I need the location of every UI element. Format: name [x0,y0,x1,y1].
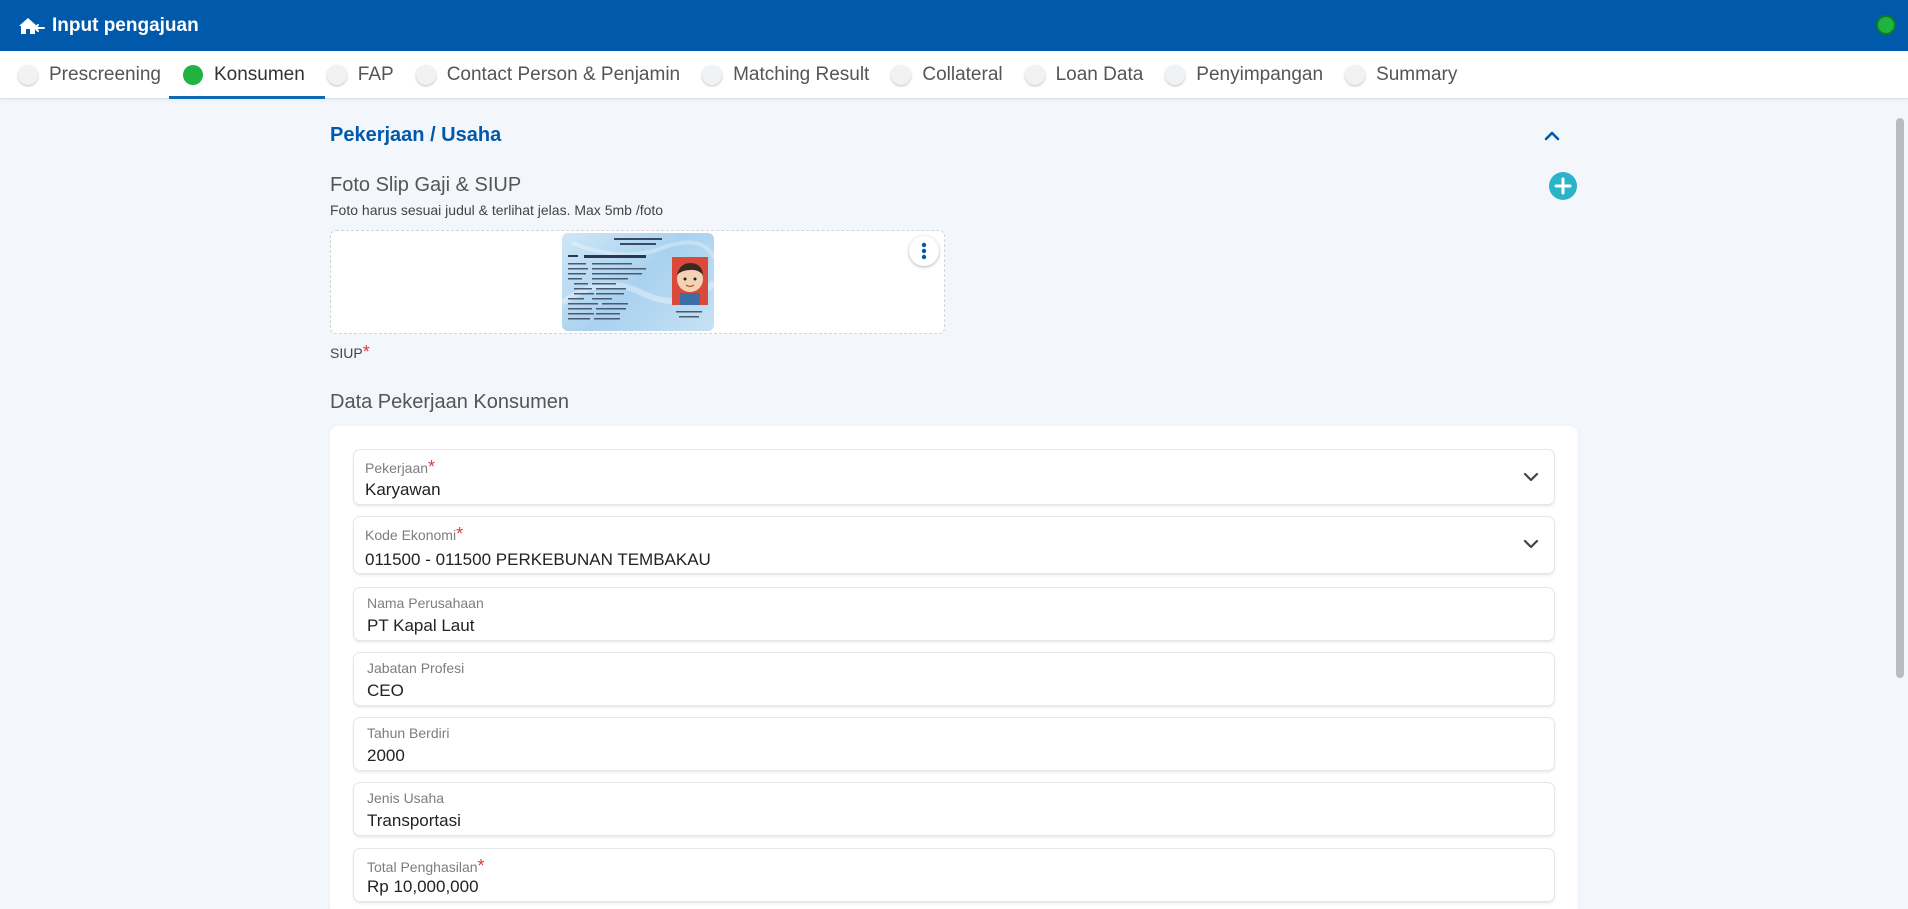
step-penyimpangan[interactable]: Penyimpangan [1161,51,1341,99]
step-label: Contact Person & Penjamin [446,63,681,85]
chevron-up-icon[interactable] [1542,126,1562,146]
step-contact-person-penjamin[interactable]: Contact Person & Penjamin [412,51,698,99]
field-label-text: Kode Ekonomi [365,527,457,543]
step-label: Konsumen [213,63,305,85]
step-status-icon [891,64,912,85]
field-value: Transportasi [367,811,461,830]
field-value: 011500 - 011500 PERKEBUNAN TEMBAKAU [365,550,711,569]
field-label: Kode Ekonomi* [365,524,463,545]
required-mark: * [456,524,464,544]
photo-caption: SIUP* [330,342,370,363]
field-label-text: Total Penghasilan [367,859,478,875]
step-label: Matching Result [733,63,870,85]
top-bar: Input pengajuan [0,0,1908,51]
section-title: Pekerjaan / Usaha [330,124,502,146]
step-loan-data[interactable]: Loan Data [1021,51,1162,99]
field-label: Jabatan Profesi [367,660,465,676]
page-title: Input pengajuan [52,14,199,36]
step-label: Summary [1376,63,1458,85]
tahun-berdiri-field[interactable]: Tahun Berdiri 2000 [354,718,1554,770]
step-status-icon [1024,64,1045,85]
field-value: CEO [367,681,404,700]
home-back-icon[interactable] [18,15,46,37]
field-label: Total Penghasilan* [367,856,485,877]
connection-status-indicator [1876,15,1896,35]
step-summary[interactable]: Summary [1341,51,1475,99]
kode-ekonomi-select[interactable]: Kode Ekonomi* 011500 - 011500 PERKEBUNAN… [354,517,1554,573]
step-label: FAP [357,63,394,85]
add-photo-icon[interactable] [1549,172,1577,200]
step-konsumen[interactable]: Konsumen [168,51,325,99]
step-collateral[interactable]: Collateral [887,51,1020,99]
jenis-usaha-field[interactable]: Jenis Usaha Transportasi [354,783,1554,835]
required-mark: * [428,457,436,477]
field-label: Jenis Usaha [367,790,445,806]
step-status-icon [415,64,436,85]
step-label: Collateral [922,63,1003,85]
chevron-down-icon[interactable] [1522,537,1540,549]
photo-section-title: Foto Slip Gaji & SIUP [330,174,522,196]
step-status-icon [1165,64,1186,85]
field-label: Tahun Berdiri [367,725,450,741]
step-label: Prescreening [49,63,161,85]
required-mark: * [477,856,485,876]
form-section-title: Data Pekerjaan Konsumen [330,391,570,413]
more-options-icon[interactable] [909,236,939,266]
field-value: 2000 [367,746,405,765]
total-penghasilan-field[interactable]: Total Penghasilan* Rp 10,000,000 [354,849,1554,901]
step-status-icon [1345,64,1366,85]
field-label-text: Pekerjaan [365,460,429,476]
step-status-icon [18,64,38,85]
photo-hint: Foto harus sesuai judul & terlihat jelas… [330,202,664,218]
photo-caption-text: SIUP [330,345,363,361]
pekerjaan-select[interactable]: Pekerjaan* Karyawan [354,450,1554,504]
field-label: Pekerjaan* [365,457,435,478]
step-matching-result[interactable]: Matching Result [698,51,887,99]
field-value: Rp 10,000,000 [367,877,479,896]
field-label: Nama Perusahaan [367,595,484,611]
step-label: Penyimpangan [1196,63,1324,85]
step-status-icon [702,64,723,85]
id-card-thumbnail[interactable] [562,233,714,331]
jabatan-profesi-field[interactable]: Jabatan Profesi CEO [354,653,1554,705]
field-value: Karyawan [365,480,441,499]
field-value: PT Kapal Laut [367,616,475,635]
step-prescreening[interactable]: Prescreening [14,51,179,99]
chevron-down-icon[interactable] [1522,470,1540,482]
step-fap[interactable]: FAP [323,51,412,99]
photo-upload-box [330,230,945,334]
vertical-scrollbar[interactable] [1896,118,1904,678]
step-tabs: Prescreening Konsumen FAP Contact Person… [0,51,1908,99]
step-label: Loan Data [1055,63,1144,85]
required-mark: * [362,342,370,362]
step-status-icon [182,64,203,85]
step-status-icon [326,64,347,85]
nama-perusahaan-field[interactable]: Nama Perusahaan PT Kapal Laut [354,588,1554,640]
